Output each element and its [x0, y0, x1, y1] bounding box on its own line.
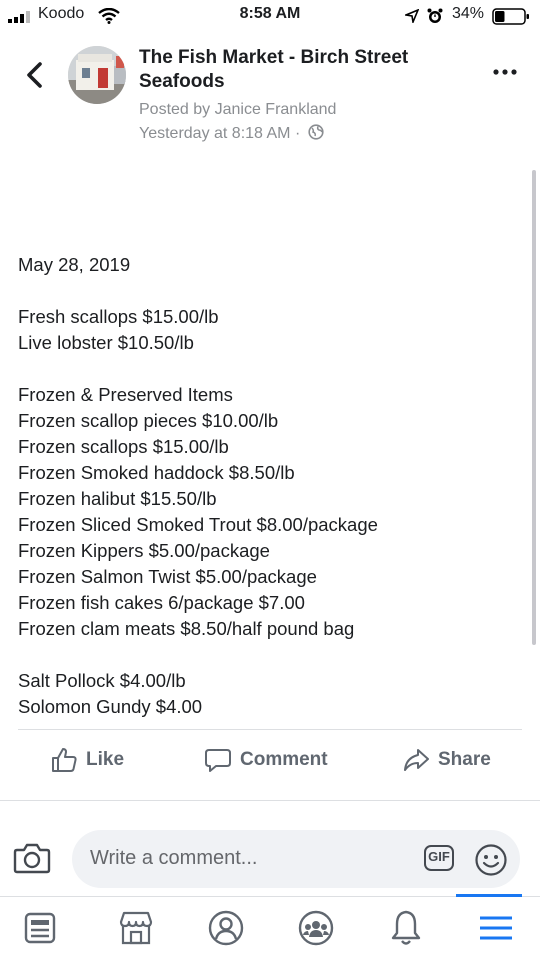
post-body-blank-line	[18, 356, 518, 382]
gif-button[interactable]: GIF	[424, 845, 454, 871]
notifications-icon[interactable]	[384, 906, 428, 950]
post-body-line: Frozen Kippers $5.00/package	[18, 540, 270, 561]
globe-icon	[308, 124, 324, 140]
profile-icon[interactable]	[204, 906, 248, 950]
post-body-blank-line	[18, 278, 518, 304]
active-tab-indicator	[456, 894, 522, 897]
share-label: Share	[438, 749, 491, 770]
more-options-button[interactable]	[490, 62, 520, 82]
like-button[interactable]: Like	[50, 740, 124, 780]
share-arrow-icon	[404, 749, 429, 771]
alarm-icon	[427, 8, 443, 23]
comment-bubble-icon	[205, 749, 231, 772]
location-arrow-icon	[405, 9, 419, 23]
post-body-line: Frozen clam meats $8.50/half pound bag	[18, 618, 355, 639]
emoji-button[interactable]	[474, 843, 508, 877]
divider	[18, 729, 522, 730]
groups-icon[interactable]	[294, 906, 338, 950]
marketplace-icon[interactable]	[114, 906, 158, 950]
post-body: May 28, 2019 Fresh scallops $15.00/lb Live…	[18, 252, 518, 720]
post-body-line: Frozen Salmon Twist $5.00/package	[18, 566, 317, 587]
like-label: Like	[86, 749, 125, 770]
post-body-line: Solomon Gundy $4.00	[18, 696, 203, 717]
page-avatar[interactable]	[68, 46, 126, 104]
share-button[interactable]: Share	[402, 740, 491, 780]
storefront-image	[68, 46, 126, 104]
scrollbar[interactable]	[532, 170, 536, 645]
post-body-line: Fresh scallops $15.00/lb	[18, 306, 219, 327]
camera-button[interactable]	[12, 838, 52, 878]
post-body-blank-line	[18, 642, 518, 668]
battery-percent: 34%	[452, 5, 485, 22]
post-body-line: Live lobster $10.50/lb	[18, 332, 194, 353]
post-body-line: Frozen & Preserved Items	[18, 384, 233, 405]
gif-label: GIF	[428, 849, 450, 864]
post-body-line: Frozen scallop pieces $10.00/lb	[18, 410, 279, 431]
bottom-navigation	[0, 896, 540, 961]
post-body-line: Frozen halibut $15.50/lb	[18, 488, 217, 509]
thumbs-up-icon	[52, 748, 77, 772]
page-name-link[interactable]: The Fish Market - Birch Street Seafoods	[139, 46, 459, 94]
posted-by-text: Posted by Janice Frankland	[139, 101, 337, 118]
post-body-line: Salt Pollock $4.00/lb	[18, 670, 186, 691]
comment-placeholder: Write a comment...	[90, 847, 258, 869]
battery-icon	[492, 8, 529, 25]
divider	[0, 800, 540, 801]
news-feed-icon[interactable]	[18, 906, 62, 950]
post-body-line: Frozen Sliced Smoked Trout $8.00/package	[18, 514, 378, 535]
post-body-line: Frozen fish cakes 6/package $7.00	[18, 592, 305, 613]
post-body-line: Frozen scallops $15.00/lb	[18, 436, 229, 457]
post-body-line: Frozen Smoked haddock $8.50/lb	[18, 462, 295, 483]
timestamp-text: Yesterday at 8:18 AM ·	[139, 125, 301, 142]
back-button[interactable]	[20, 58, 50, 92]
comment-button[interactable]: Comment	[204, 740, 328, 780]
comment-label: Comment	[240, 749, 328, 770]
post-body-line: May 28, 2019	[18, 254, 131, 275]
status-bar: Koodo 8:58 AM 34%	[0, 0, 540, 32]
post-timestamp[interactable]: Yesterday at 8:18 AM ·	[139, 124, 324, 143]
menu-icon[interactable]	[474, 906, 518, 950]
